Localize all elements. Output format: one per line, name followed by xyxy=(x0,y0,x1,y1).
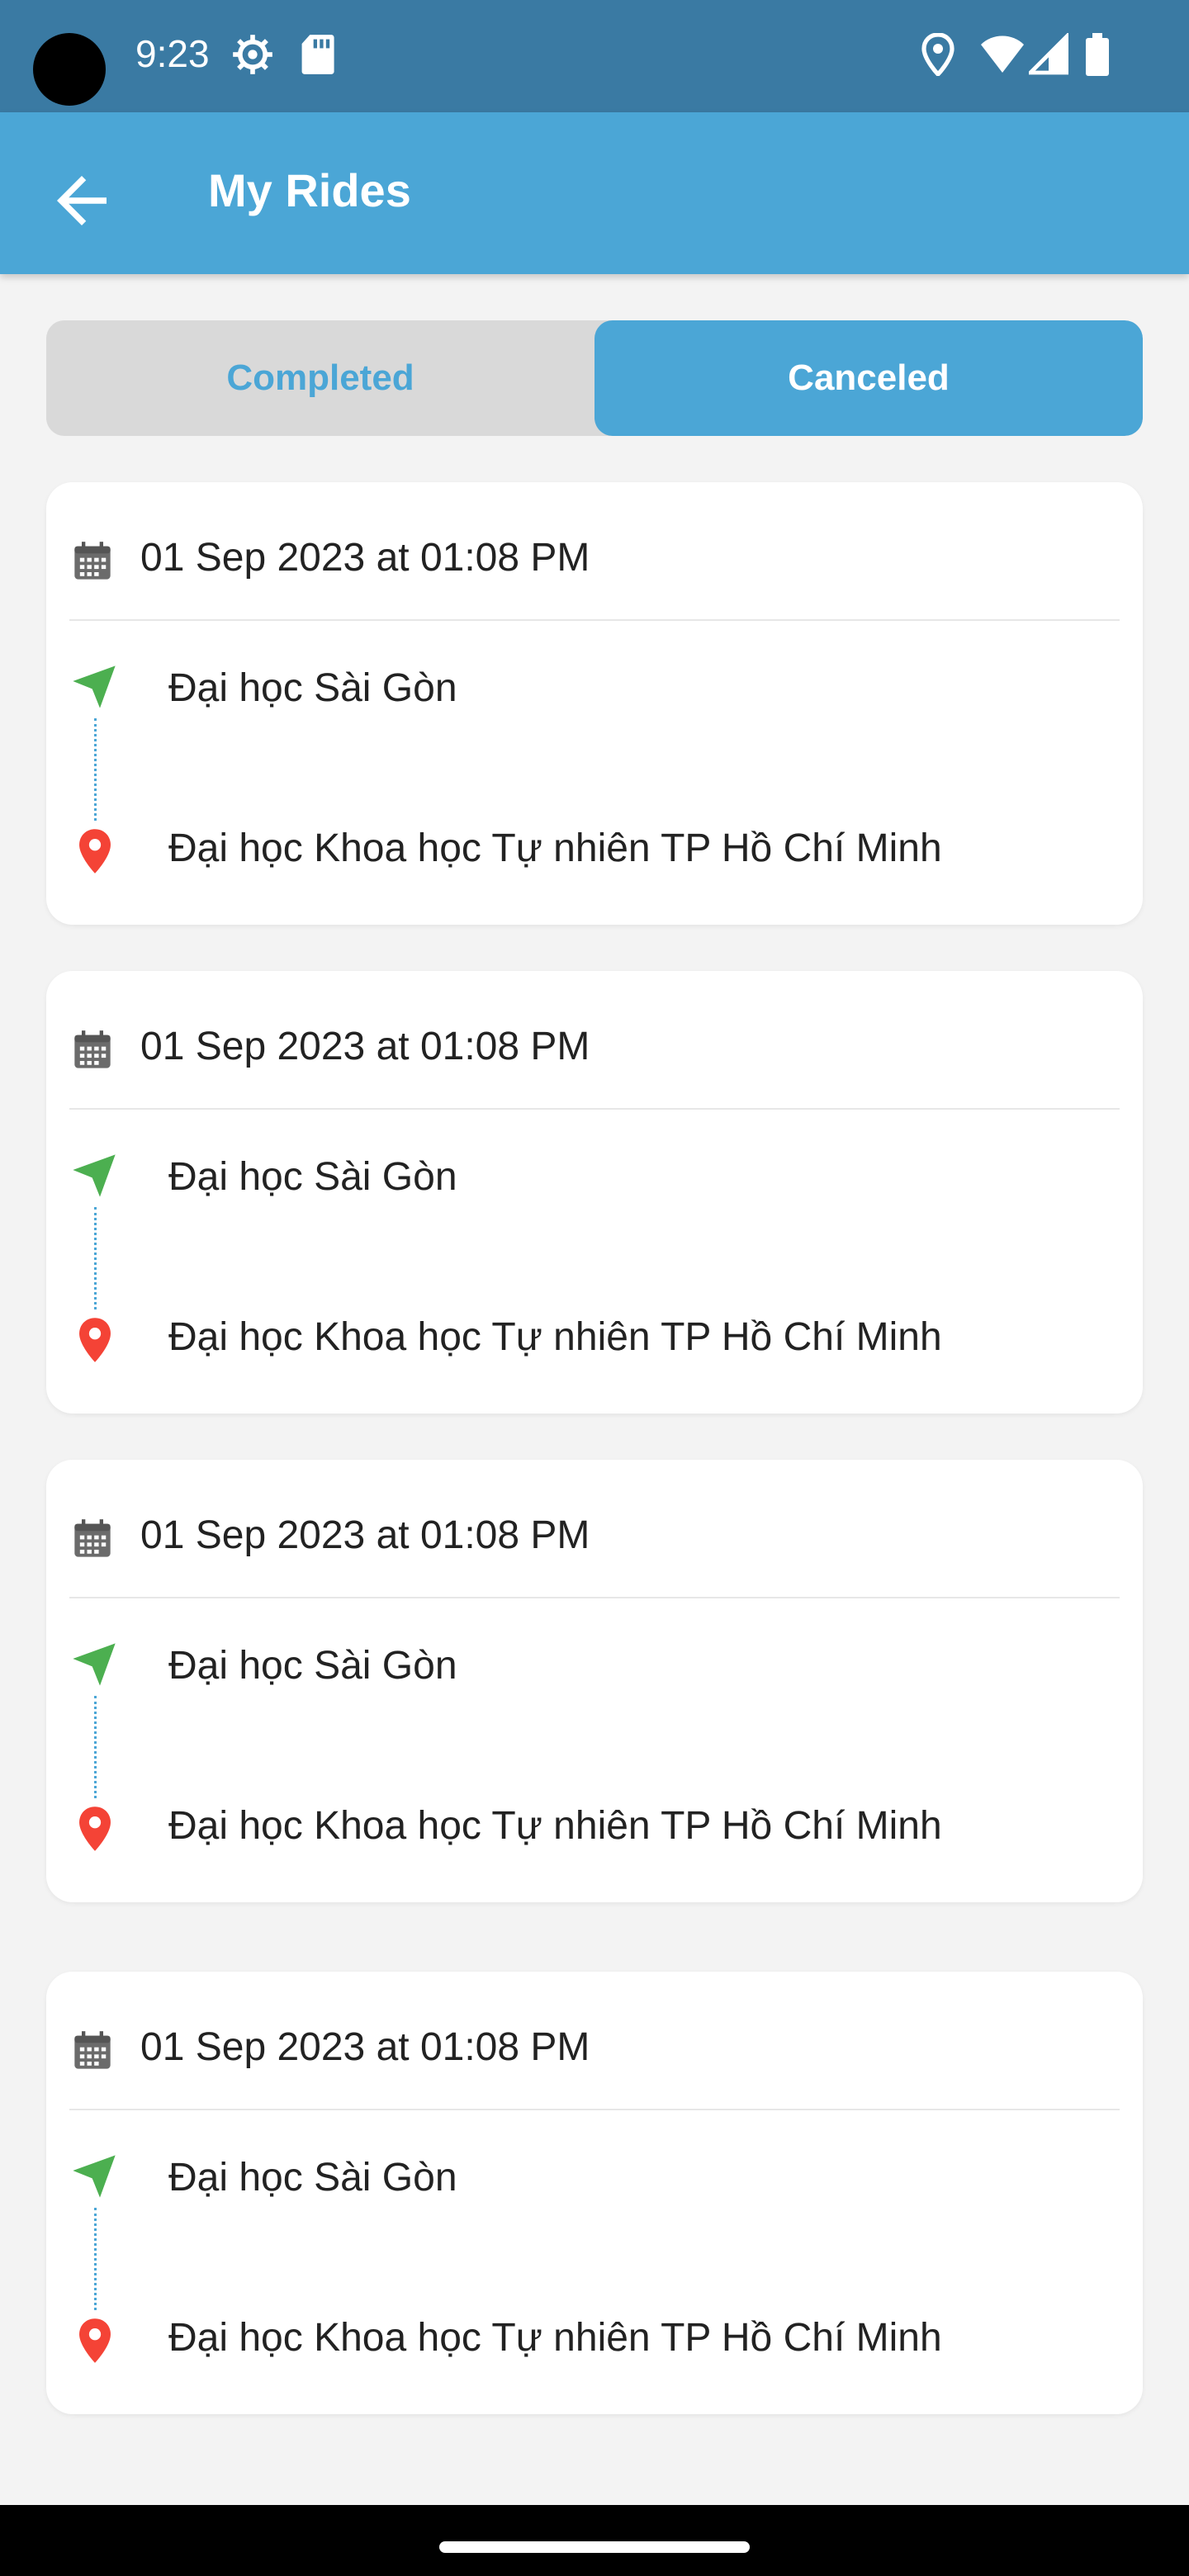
sd-card-icon xyxy=(301,35,334,74)
route-line xyxy=(94,718,97,821)
status-bar: 9:23 xyxy=(0,0,1189,112)
navigation-arrow-icon xyxy=(73,665,116,708)
location-icon xyxy=(921,33,955,76)
dropoff-address: Đại học Khoa học Tự nhiên TP Hồ Chí Minh xyxy=(168,2316,942,2360)
app-bar: My Rides xyxy=(0,112,1189,274)
status-time: 9:23 xyxy=(135,32,210,75)
route-line xyxy=(94,1207,97,1309)
ride-date: 01 Sep 2023 at 01:08 PM xyxy=(140,536,590,580)
calendar-icon xyxy=(74,1030,111,1068)
divider xyxy=(69,1597,1120,1598)
route-line xyxy=(94,2208,97,2310)
dropoff-address: Đại học Khoa học Tự nhiên TP Hồ Chí Minh xyxy=(168,1315,942,1359)
tab-canceled[interactable]: Canceled xyxy=(594,320,1143,436)
back-button[interactable] xyxy=(45,163,119,238)
map-pin-icon xyxy=(79,1318,111,1362)
battery-icon xyxy=(1086,33,1109,76)
wifi-icon xyxy=(981,36,1024,73)
map-pin-icon xyxy=(79,1807,111,1851)
settings-icon xyxy=(233,35,272,74)
calendar-icon xyxy=(74,1519,111,1557)
ride-date: 01 Sep 2023 at 01:08 PM xyxy=(140,1025,590,1068)
ride-card[interactable]: 01 Sep 2023 at 01:08 PM Đại học Sài Gòn … xyxy=(46,1460,1143,1902)
route-line xyxy=(94,1696,97,1798)
calendar-icon xyxy=(74,2031,111,2069)
divider xyxy=(69,1108,1120,1110)
ride-date: 01 Sep 2023 at 01:08 PM xyxy=(140,2025,590,2069)
map-pin-icon xyxy=(79,2318,111,2363)
navigation-arrow-icon xyxy=(73,1643,116,1686)
map-pin-icon xyxy=(79,829,111,874)
navigation-arrow-icon xyxy=(73,1154,116,1197)
pickup-address: Đại học Sài Gòn xyxy=(168,1644,457,1688)
tab-completed[interactable]: Completed xyxy=(46,320,594,436)
ride-card[interactable]: 01 Sep 2023 at 01:08 PM Đại học Sài Gòn … xyxy=(46,482,1143,925)
dropoff-address: Đại học Khoa học Tự nhiên TP Hồ Chí Minh xyxy=(168,826,942,870)
page-title: My Rides xyxy=(208,164,411,216)
camera-cutout xyxy=(33,33,106,106)
calendar-icon xyxy=(74,542,111,580)
divider xyxy=(69,2109,1120,2110)
arrow-left-icon xyxy=(57,176,107,225)
dropoff-address: Đại học Khoa học Tự nhiên TP Hồ Chí Minh xyxy=(168,1804,942,1848)
ride-card[interactable]: 01 Sep 2023 at 01:08 PM Đại học Sài Gòn … xyxy=(46,1972,1143,2414)
signal-icon xyxy=(1029,33,1068,75)
home-gesture-handle[interactable] xyxy=(439,2541,750,2553)
pickup-address: Đại học Sài Gòn xyxy=(168,2156,457,2200)
system-nav-bar xyxy=(0,2505,1189,2576)
ride-status-tabs: Completed Canceled xyxy=(46,320,1143,436)
ride-date: 01 Sep 2023 at 01:08 PM xyxy=(140,1513,590,1557)
pickup-address: Đại học Sài Gòn xyxy=(168,666,457,710)
ride-card[interactable]: 01 Sep 2023 at 01:08 PM Đại học Sài Gòn … xyxy=(46,971,1143,1413)
divider xyxy=(69,619,1120,621)
pickup-address: Đại học Sài Gòn xyxy=(168,1155,457,1199)
navigation-arrow-icon xyxy=(73,2155,116,2198)
